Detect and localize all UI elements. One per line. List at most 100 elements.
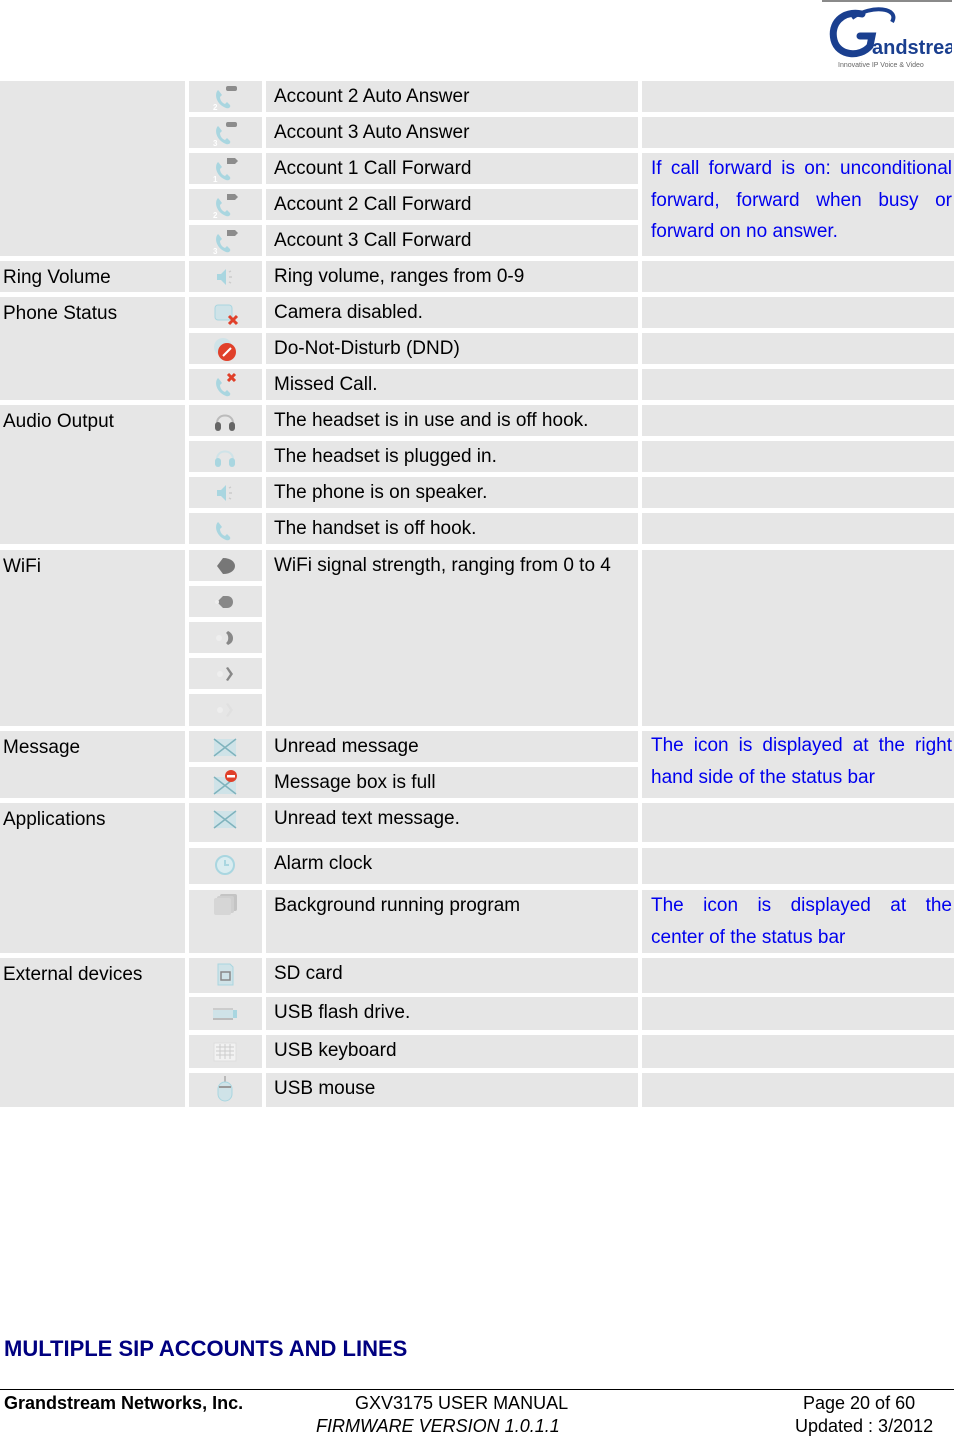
icon-cell: 3 — [189, 117, 262, 148]
usb-mouse-icon — [211, 1075, 239, 1103]
category-cell: Phone Status — [0, 297, 185, 400]
note-cell — [642, 513, 954, 544]
icon-cell — [189, 261, 262, 292]
description-text: The handset is off hook. — [274, 518, 477, 539]
icon-cell — [189, 441, 262, 472]
message-box-full-icon — [211, 769, 239, 797]
description-cell: Unread message — [266, 731, 638, 762]
description-cell: USB flash drive. — [266, 997, 638, 1030]
icon-cell — [189, 890, 262, 953]
icon-cell — [189, 848, 262, 884]
note-cell — [642, 997, 954, 1030]
category-label: External devices — [3, 964, 143, 985]
footer-manual: GXV3175 USER MANUAL — [355, 1393, 569, 1413]
category-cell: External devices — [0, 958, 185, 1107]
note-cell — [642, 297, 954, 328]
icon-cell — [189, 333, 262, 364]
wifi-signal-0-icon — [211, 696, 239, 724]
description-cell: USB keyboard — [266, 1035, 638, 1068]
category-cell: Message — [0, 731, 185, 798]
description-text: Missed Call. — [274, 374, 378, 395]
description-cell: Missed Call. — [266, 369, 638, 400]
category-label: WiFi — [3, 556, 41, 577]
category-cell: WiFi — [0, 550, 185, 726]
logo-wordmark: andstream — [872, 37, 952, 59]
description-text: Message box is full — [274, 772, 436, 793]
headset-plugged-icon — [211, 443, 239, 471]
description-text: The phone is on speaker. — [274, 482, 488, 503]
description-cell: Account 3 Call Forward — [266, 225, 638, 256]
description-text: SD card — [274, 963, 343, 984]
icon-cell — [189, 622, 262, 653]
note-cell — [642, 261, 954, 292]
description-cell: Account 2 Call Forward — [266, 189, 638, 220]
icon-cell — [189, 405, 262, 436]
dnd-icon — [211, 335, 239, 363]
description-text: Account 2 Call Forward — [274, 194, 472, 215]
account-2-call-forward-icon: 2 — [211, 191, 239, 220]
note-text: hand side of the status bar — [651, 766, 875, 788]
note-cell — [642, 333, 954, 364]
note-text: If call forward is on: unconditional — [651, 158, 952, 179]
description-cell: The headset is in use and is off hook. — [266, 405, 638, 436]
description-text: Account 1 Call Forward — [274, 158, 472, 179]
description-cell: Account 3 Auto Answer — [266, 117, 638, 148]
description-text: USB mouse — [274, 1078, 376, 1099]
unread-text-message-icon — [211, 805, 239, 833]
headset-in-use-icon — [211, 407, 239, 435]
alarm-clock-icon — [211, 850, 239, 878]
usb-keyboard-icon — [211, 1037, 239, 1065]
note-cell — [642, 848, 954, 884]
description-cell: Background running program — [266, 890, 638, 953]
sd-card-icon — [211, 960, 239, 988]
description-cell: The headset is plugged in. — [266, 441, 638, 472]
description-text: USB keyboard — [274, 1040, 397, 1061]
note-cell — [642, 803, 954, 842]
note-text: center of the status bar — [651, 926, 846, 948]
note-cell: The icon is displayed at the right hand s… — [642, 731, 954, 798]
description-cell: Do-Not-Disturb (DND) — [266, 333, 638, 364]
icon-cell: 1 — [189, 153, 262, 184]
footer-updated: Updated : 3/2012 — [795, 1416, 934, 1436]
description-cell: Account 1 Call Forward — [266, 153, 638, 184]
note-cell — [642, 369, 954, 400]
icon-cell: 3 — [189, 225, 262, 256]
description-text: Alarm clock — [274, 853, 373, 874]
description-cell: Account 2 Auto Answer — [266, 81, 638, 112]
note-cell — [642, 441, 954, 472]
category-label: Message — [3, 737, 81, 758]
background-program-icon — [211, 892, 239, 920]
footer-page: Page 20 of 60 — [803, 1393, 916, 1413]
icon-cell — [189, 550, 262, 581]
ring-volume-icon — [211, 263, 239, 291]
icon-cell — [189, 1035, 262, 1068]
grandstream-logo: andstream Innovative IP Voice & Video — [829, 7, 952, 69]
description-cell: The handset is off hook. — [266, 513, 638, 544]
svg-text:3: 3 — [213, 139, 218, 147]
note-cell — [642, 117, 954, 148]
icon-cell — [189, 803, 262, 842]
description-cell: SD card — [266, 958, 638, 993]
description-text: WiFi signal strength, ranging from 0 to … — [274, 555, 611, 576]
icon-cell: 2 — [189, 189, 262, 220]
note-text: The icon is displayed at the right — [651, 735, 952, 756]
camera-disabled-icon — [211, 299, 239, 327]
svg-text:2: 2 — [213, 103, 218, 111]
description-text: The headset is plugged in. — [274, 446, 497, 467]
account-3-auto-answer-icon: 3 — [211, 119, 239, 148]
account-2-auto-answer-icon: 2 — [211, 83, 239, 112]
note-text: The icon is displayed at the — [651, 895, 952, 916]
footer-company: Grandstream Networks, Inc. — [4, 1393, 244, 1413]
description-cell: Camera disabled. — [266, 297, 638, 328]
category-cell: Ring Volume — [0, 261, 185, 292]
note-cell — [642, 405, 954, 436]
description-text: USB flash drive. — [274, 1002, 411, 1023]
svg-text:Innovative IP Voice & Video: Innovative IP Voice & Video — [838, 62, 924, 69]
note-cell — [642, 1073, 954, 1107]
icon-cell — [189, 297, 262, 328]
description-cell: USB mouse — [266, 1073, 638, 1107]
description-text: Unread text message. — [274, 808, 460, 829]
description-cell: The phone is on speaker. — [266, 477, 638, 508]
icon-cell — [189, 658, 262, 689]
svg-text:2: 2 — [213, 211, 218, 219]
